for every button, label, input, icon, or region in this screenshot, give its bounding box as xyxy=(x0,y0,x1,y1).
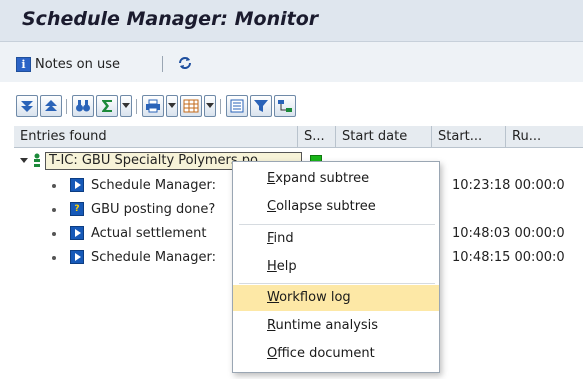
refresh-button[interactable] xyxy=(176,54,194,72)
menu-item-office-document[interactable]: Office document xyxy=(233,341,439,367)
export-dropdown-button[interactable] xyxy=(204,95,216,117)
header-runtime[interactable]: Ru... xyxy=(506,126,583,148)
bullet-icon xyxy=(52,208,56,212)
print-button[interactable] xyxy=(142,95,164,117)
tree-row-time: 10:48:15 00:00:0 xyxy=(452,250,565,265)
toolbar-separator xyxy=(162,56,163,72)
step-icon xyxy=(70,226,84,240)
notes-on-use-button[interactable]: i Notes on use xyxy=(16,54,120,74)
header-entries-found[interactable]: Entries found xyxy=(14,126,298,148)
tree-row-time: 10:48:03 00:00:0 xyxy=(452,226,565,241)
application-toolbar: i Notes on use xyxy=(0,42,583,82)
toolbar-separator xyxy=(66,99,67,114)
bullet-icon xyxy=(52,256,56,260)
menu-item-find[interactable]: Find xyxy=(233,226,439,252)
graphic-button[interactable] xyxy=(274,95,296,117)
binoculars-icon xyxy=(76,100,90,112)
menu-item-workflow-log[interactable]: Workflow log xyxy=(233,285,439,311)
tree-row-label: Schedule Manager: xyxy=(91,178,217,193)
context-menu: Expand subtree Collapse subtree Find Hel… xyxy=(232,161,440,373)
expanded-arrow-icon[interactable] xyxy=(20,158,28,164)
find-button[interactable] xyxy=(72,95,94,117)
sigma-icon xyxy=(102,100,112,112)
chevron-down-icon xyxy=(168,103,176,108)
bullet-icon xyxy=(52,184,56,188)
toolbar-separator xyxy=(220,99,221,114)
header-start-time[interactable]: Start... xyxy=(432,126,506,148)
chevron-down-icon xyxy=(122,103,130,108)
toolbar-separator xyxy=(136,99,137,114)
menu-item-help[interactable]: Help xyxy=(233,254,439,280)
workflow-icon xyxy=(278,100,292,112)
schedule-node-icon xyxy=(34,153,40,167)
notes-on-use-label: Notes on use xyxy=(35,56,121,72)
refresh-icon xyxy=(177,55,193,71)
spreadsheet-icon xyxy=(183,99,199,113)
tree-row-label: Schedule Manager: xyxy=(91,250,217,265)
layout-button[interactable] xyxy=(226,95,248,117)
step-icon xyxy=(70,250,84,264)
sum-dropdown-button[interactable] xyxy=(120,95,132,117)
filter-button[interactable] xyxy=(250,95,272,117)
header-status[interactable]: S... xyxy=(298,126,336,148)
expand-icon xyxy=(21,101,33,112)
title-bar: Schedule Manager: Monitor xyxy=(0,0,583,42)
collapse-button[interactable] xyxy=(40,95,62,117)
tree-row-label: Actual settlement xyxy=(91,226,207,241)
header-start-date[interactable]: Start date xyxy=(336,126,432,148)
collapse-icon xyxy=(45,100,57,111)
step-icon xyxy=(70,178,84,192)
info-icon: i xyxy=(16,56,31,72)
tree-row-time: 10:23:18 00:00:0 xyxy=(452,178,565,193)
menu-separator xyxy=(239,224,435,225)
menu-item-expand-subtree[interactable]: Expand subtree xyxy=(233,166,439,192)
decision-icon: ? xyxy=(70,202,84,216)
tree-row-label: GBU posting done? xyxy=(91,202,216,217)
menu-separator xyxy=(239,283,435,284)
layout-icon xyxy=(230,99,244,113)
menu-item-collapse-subtree[interactable]: Collapse subtree xyxy=(233,194,439,220)
menu-item-runtime-analysis[interactable]: Runtime analysis xyxy=(233,313,439,339)
printer-icon xyxy=(146,99,160,113)
grid-header: Entries found S... Start date Start... R… xyxy=(14,126,583,148)
sum-button[interactable] xyxy=(96,95,118,117)
chevron-down-icon xyxy=(206,103,214,108)
filter-icon xyxy=(254,100,268,112)
tree-toolbar xyxy=(0,91,583,125)
expand-button[interactable] xyxy=(16,95,38,117)
print-dropdown-button[interactable] xyxy=(166,95,178,117)
page-title: Schedule Manager: Monitor xyxy=(22,8,319,30)
bullet-icon xyxy=(52,232,56,236)
export-button[interactable] xyxy=(180,95,202,117)
